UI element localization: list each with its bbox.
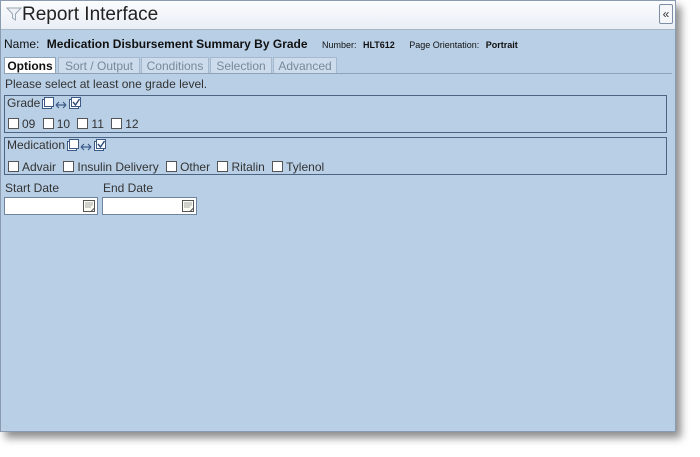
checkbox-box[interactable] xyxy=(166,161,178,172)
calendar-icon[interactable] xyxy=(82,199,96,213)
tab-conditions[interactable]: Conditions xyxy=(141,57,209,73)
orientation-label: Page Orientation: xyxy=(409,40,480,50)
medication-option-label: Other xyxy=(180,160,211,174)
grade-11-checkbox[interactable]: 11 xyxy=(77,117,104,131)
grade-options: 09 10 11 12 xyxy=(8,117,143,131)
medication-option-label: Advair xyxy=(22,160,57,174)
number-value: HLT612 xyxy=(362,40,395,50)
tab-options[interactable]: Options xyxy=(4,57,56,74)
funnel-icon xyxy=(6,7,22,21)
calendar-icon[interactable] xyxy=(181,199,195,213)
title-bar: Report Interface « xyxy=(1,1,675,30)
tab-selection[interactable]: Selection xyxy=(210,57,272,73)
medication-options: Advair Insulin Delivery Other Ritalin Ty… xyxy=(8,160,328,174)
grade-12-checkbox[interactable]: 12 xyxy=(111,117,139,131)
grade-title: Grade xyxy=(7,96,41,110)
collapse-button[interactable]: « xyxy=(659,4,673,24)
start-date-field[interactable] xyxy=(4,197,98,215)
report-name: Medication Disbursement Summary By Grade xyxy=(46,37,308,51)
orientation-value: Portrait xyxy=(485,40,518,50)
medication-option-label: Insulin Delivery xyxy=(77,160,159,174)
name-label: Name: xyxy=(4,37,40,51)
medication-title: Medication xyxy=(7,138,66,152)
grade-10-checkbox[interactable]: 10 xyxy=(42,117,71,131)
select-all-toggle-icon[interactable] xyxy=(41,97,83,111)
grade-option-label: 11 xyxy=(91,117,104,131)
medication-group: Medication Advair Insulin Delivery Other… xyxy=(4,137,667,175)
medication-insulin-checkbox[interactable]: Insulin Delivery xyxy=(63,160,159,174)
medication-tylenol-checkbox[interactable]: Tylenol xyxy=(272,160,324,174)
end-date-label: End Date xyxy=(103,181,154,195)
tab-advanced[interactable]: Advanced xyxy=(273,57,337,73)
grade-group: Grade 09 10 11 12 xyxy=(4,95,667,133)
checkbox-box[interactable] xyxy=(42,118,54,129)
number-label: Number: xyxy=(322,40,357,50)
medication-other-checkbox[interactable]: Other xyxy=(166,160,210,174)
medication-option-label: Tylenol xyxy=(286,160,325,174)
checkbox-box[interactable] xyxy=(111,118,123,129)
end-date-field[interactable] xyxy=(102,197,197,215)
checkbox-box[interactable] xyxy=(8,161,19,172)
medication-ritalin-checkbox[interactable]: Ritalin xyxy=(217,160,265,174)
grade-option-label: 12 xyxy=(125,117,139,131)
checkbox-box[interactable] xyxy=(63,161,75,172)
checkbox-box[interactable] xyxy=(272,161,284,172)
window-title: Report Interface xyxy=(22,4,159,25)
grade-09-checkbox[interactable]: 09 xyxy=(8,117,35,131)
report-interface-window: Report Interface « Name: Medication Disb… xyxy=(0,0,676,432)
report-info: Name: Medication Disbursement Summary By… xyxy=(4,35,518,53)
checkbox-box[interactable] xyxy=(8,118,19,129)
tab-divider xyxy=(4,73,672,74)
tab-sort-output[interactable]: Sort / Output xyxy=(58,57,140,73)
medication-advair-checkbox[interactable]: Advair xyxy=(8,160,56,174)
grade-option-label: 09 xyxy=(22,117,36,131)
checkbox-box[interactable] xyxy=(217,161,229,172)
select-all-toggle-icon[interactable] xyxy=(66,139,108,153)
instruction-text: Please select at least one grade level. xyxy=(5,77,208,91)
checkbox-box[interactable] xyxy=(77,118,89,129)
medication-option-label: Ritalin xyxy=(231,160,265,174)
grade-option-label: 10 xyxy=(56,117,71,131)
start-date-label: Start Date xyxy=(5,181,60,195)
